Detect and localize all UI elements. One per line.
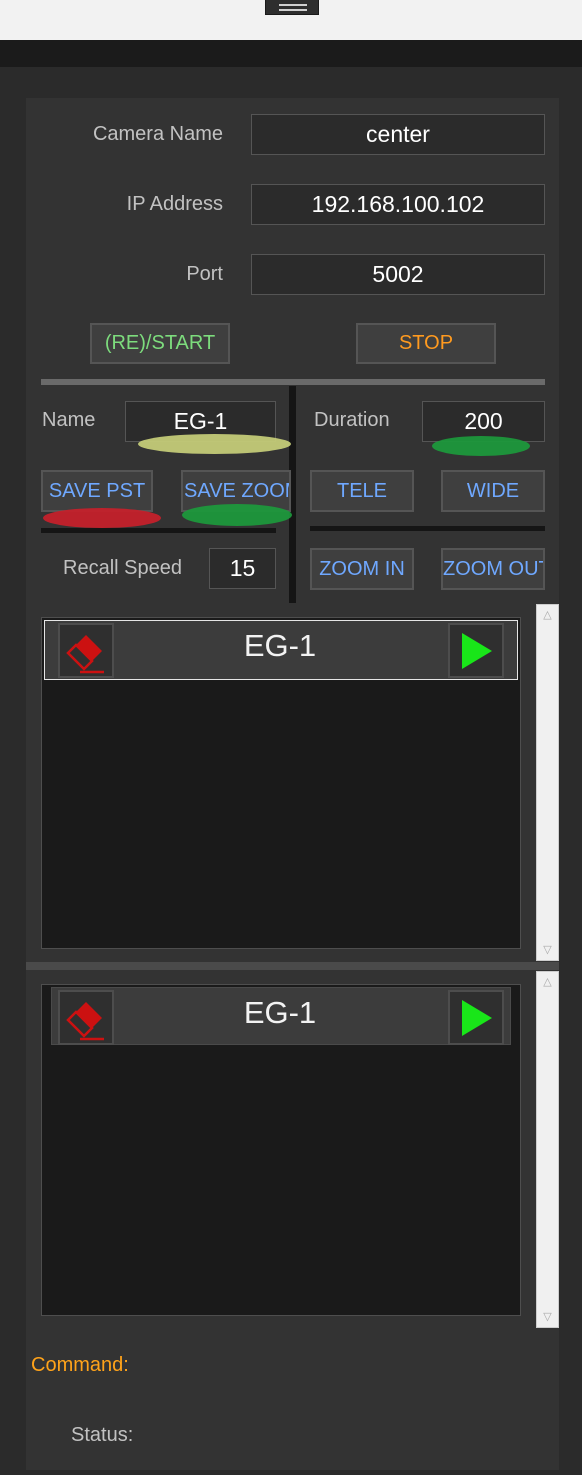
play-preset-button[interactable] [448, 623, 504, 678]
delete-preset-button[interactable] [58, 623, 114, 678]
chevron-down-icon[interactable]: ▽ [537, 1307, 558, 1327]
camera-name-label: Camera Name [92, 123, 223, 145]
highlight-stroke-green [182, 504, 292, 526]
zoom-in-button[interactable]: ZOOM IN [310, 548, 414, 590]
menu-button[interactable] [265, 0, 319, 15]
wide-button[interactable]: WIDE [441, 470, 545, 512]
delete-preset-button[interactable] [58, 990, 114, 1045]
port-label: Port [186, 263, 223, 285]
eraser-icon [66, 1002, 104, 1041]
preset-list-scrollbar[interactable]: △ ▽ [536, 604, 559, 961]
port-field[interactable]: 5002 [251, 254, 545, 295]
status-label: Status: [71, 1424, 134, 1446]
list-splitter[interactable] [26, 962, 559, 970]
zoom-out-button[interactable]: ZOOM OUT [441, 548, 545, 590]
chevron-up-icon[interactable]: △ [537, 972, 558, 992]
ip-address-label: IP Address [126, 193, 223, 215]
preset-name-label: Name [42, 409, 96, 431]
header-band [0, 40, 582, 67]
play-icon [462, 1000, 492, 1036]
preset-list-scrollbar[interactable]: △ ▽ [536, 971, 559, 1328]
highlight-stroke-yellow [138, 434, 291, 454]
camera-name-field[interactable]: center [251, 114, 545, 155]
left-divider-bar [41, 528, 276, 533]
play-preset-button[interactable] [448, 990, 504, 1045]
start-button[interactable]: (RE)/START [90, 323, 230, 364]
recall-speed-field[interactable]: 15 [209, 548, 276, 589]
save-preset-button[interactable]: SAVE PST [41, 470, 153, 512]
chevron-up-icon[interactable]: △ [537, 605, 558, 625]
highlight-stroke-duration [432, 436, 530, 456]
preset-name: EG-1 [243, 995, 317, 1030]
command-label: Command: [31, 1354, 129, 1376]
preset-name: EG-1 [243, 628, 317, 663]
stop-button[interactable]: STOP [356, 323, 496, 364]
right-divider-bar [310, 526, 545, 531]
play-icon [462, 633, 492, 669]
recall-speed-label: Recall Speed [63, 557, 182, 579]
duration-label: Duration [314, 409, 390, 431]
tele-button[interactable]: TELE [310, 470, 414, 512]
section-divider [41, 379, 545, 385]
eraser-icon [66, 635, 104, 674]
ip-address-field[interactable]: 192.168.100.102 [251, 184, 545, 225]
highlight-stroke-red [43, 508, 161, 528]
chevron-down-icon[interactable]: ▽ [537, 940, 558, 960]
